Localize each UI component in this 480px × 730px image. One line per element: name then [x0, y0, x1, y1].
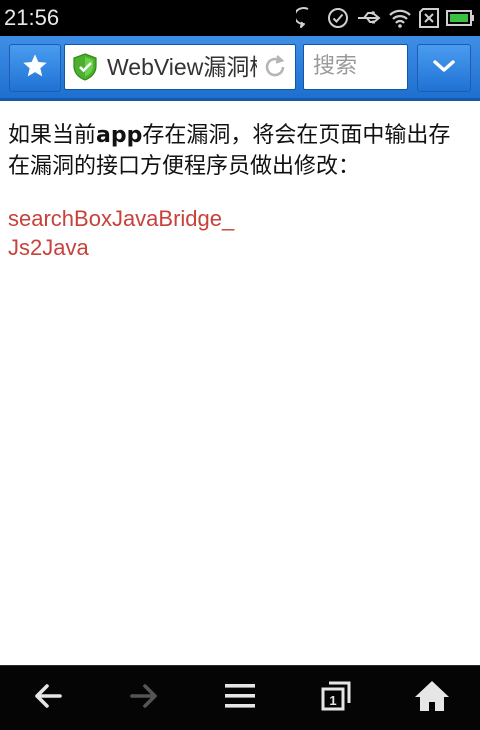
intro-text: 如果当前app存在漏洞，将会在页面中输出存在漏洞的接口方便程序员做出修改：: [8, 120, 472, 182]
battery-icon: [446, 8, 476, 28]
vulnerable-interface-2: Js2Java: [8, 235, 89, 260]
refresh-icon[interactable]: [261, 53, 289, 85]
forward-arrow-icon: [127, 679, 161, 717]
tab-count-badge: 1: [329, 693, 336, 708]
intro-bold-app: app: [96, 123, 143, 148]
forward-button[interactable]: [109, 668, 179, 728]
back-button[interactable]: [13, 668, 83, 728]
page-content: 如果当前app存在漏洞，将会在页面中输出存在漏洞的接口方便程序员做出修改： se…: [8, 120, 472, 262]
shield-check-icon: [72, 53, 98, 85]
menu-dropdown-button[interactable]: [417, 44, 471, 92]
chat-bubble-icon: [296, 6, 320, 30]
favorite-button[interactable]: [9, 44, 61, 92]
status-bar: 21:56: [0, 0, 480, 36]
back-arrow-icon: [31, 679, 65, 717]
menu-button[interactable]: [205, 668, 275, 728]
star-icon: [21, 52, 49, 84]
page-title: WebView漏洞检测: [107, 54, 257, 80]
menu-lines-icon: [223, 681, 257, 715]
tabs-icon: 1: [319, 679, 353, 717]
wifi-icon: [388, 7, 412, 29]
vulnerable-interfaces: searchBoxJavaBridge_ Js2Java: [8, 204, 472, 262]
tabs-button[interactable]: 1: [301, 668, 371, 728]
chevron-down-icon: [430, 56, 458, 80]
check-circle-icon: [326, 6, 350, 30]
home-button[interactable]: [397, 668, 467, 728]
usb-icon: [356, 8, 382, 28]
bottom-navigation: 1: [0, 665, 480, 730]
status-icons: [296, 4, 476, 32]
intro-before: 如果当前: [8, 123, 97, 148]
sim-x-icon: [418, 8, 440, 28]
status-time: 21:56: [4, 5, 60, 30]
browser-toolbar: WebView漏洞检测 搜索: [0, 36, 480, 101]
url-bar[interactable]: WebView漏洞检测: [64, 44, 296, 90]
home-icon: [413, 679, 451, 717]
search-input[interactable]: 搜索: [303, 44, 408, 90]
search-placeholder: 搜索: [313, 54, 358, 79]
vulnerable-interface-1: searchBoxJavaBridge_: [8, 206, 235, 231]
